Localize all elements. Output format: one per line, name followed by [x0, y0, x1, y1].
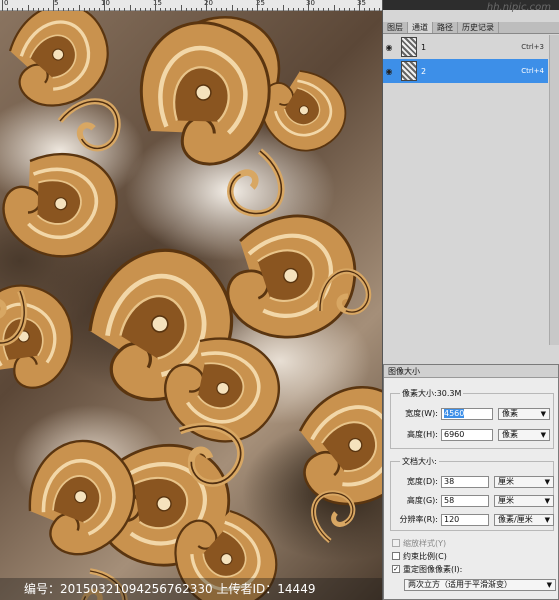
pixel-height-unit: 像素	[502, 429, 518, 439]
scale-styles-option[interactable]: 缩放样式(Y)	[392, 537, 446, 549]
doc-width-unit: 厘米	[498, 476, 514, 486]
ruler-tick	[308, 0, 309, 11]
pixel-height-label: 高度(H):	[407, 430, 438, 439]
resample-checkbox[interactable]: ✓	[392, 565, 400, 573]
watermark-text: 编号：20150321094256762330 上传者ID：14449	[24, 582, 316, 596]
doc-height-row: 高度(G): 58 厘米 ▼	[394, 494, 554, 507]
resample-option[interactable]: ✓ 重定图像像素(I):	[392, 563, 462, 575]
pixel-height-input[interactable]: 6960	[441, 428, 493, 441]
pixel-dimensions-label: 像素大小:30.3M	[400, 388, 464, 399]
doc-width-input[interactable]: 38	[441, 475, 489, 488]
tab-history[interactable]: 历史记录	[458, 22, 499, 33]
ruler-tick	[359, 0, 360, 11]
pixel-width-input[interactable]: 4560	[441, 407, 493, 420]
resample-label: 重定图像像素(I):	[403, 564, 463, 574]
tab-layers[interactable]: 图层	[383, 22, 408, 33]
pixel-width-value: 4560	[444, 408, 465, 418]
channel-shortcut: Ctrl+4	[521, 67, 544, 75]
channel-shortcut: Ctrl+3	[521, 43, 544, 51]
ruler-number: 5	[54, 0, 59, 7]
channel-name: 2	[421, 66, 427, 76]
resample-method-select[interactable]: 两次立方（适用于平滑渐变） ▼	[404, 579, 556, 591]
pixel-width-row: 宽度(W): 4560 像素 ▼	[394, 407, 550, 420]
doc-width-label: 宽度(D):	[406, 477, 438, 486]
ruler-tick	[104, 0, 105, 11]
channel-row-selected[interactable]: ◉ 2 Ctrl+4	[383, 59, 548, 83]
resample-method-value: 两次立方（适用于平滑渐变）	[408, 580, 512, 589]
resolution-label: 分辨率(R):	[399, 515, 439, 524]
channel-name: 1	[421, 42, 427, 52]
resolution-unit: 像素/厘米	[498, 514, 533, 524]
pixel-width-unit-select[interactable]: 像素 ▼	[498, 407, 550, 420]
pixel-width-label: 宽度(W):	[405, 409, 438, 418]
document-canvas[interactable]: 编号：20150321094256762330 上传者ID：14449	[0, 11, 382, 600]
photoshop-window: 0 5 10 15 20 25 30 35 编号：201503210942567…	[0, 0, 559, 600]
chevron-down-icon: ▼	[540, 430, 546, 439]
scale-styles-checkbox[interactable]	[392, 539, 400, 547]
ruler-tick	[155, 0, 156, 11]
channel-thumbnail	[401, 61, 417, 81]
doc-height-label: 高度(G):	[406, 496, 438, 505]
pixel-height-unit-select[interactable]: 像素 ▼	[498, 428, 550, 441]
doc-width-unit-select[interactable]: 厘米 ▼	[494, 475, 554, 488]
panel-scrollbar[interactable]	[549, 35, 559, 345]
constrain-checkbox[interactable]	[392, 552, 400, 560]
channel-thumbnail	[401, 37, 417, 57]
eye-icon[interactable]: ◉	[383, 59, 395, 83]
chevron-down-icon: ▼	[546, 581, 552, 589]
channel-row[interactable]: ◉ 1 Ctrl+3	[383, 35, 548, 59]
channel-list: ◉ 1 Ctrl+3 ◉ 2 Ctrl+4	[383, 35, 559, 345]
doc-width-row: 宽度(D): 38 厘米 ▼	[394, 475, 554, 488]
ruler-number: 10	[101, 0, 110, 7]
pixel-height-row: 高度(H): 6960 像素 ▼	[394, 428, 550, 441]
constrain-label: 约束比例(C)	[403, 551, 447, 561]
dialog-title: 图像大小	[384, 365, 558, 378]
site-watermark: hh.nipic.com	[486, 2, 551, 13]
doc-height-input[interactable]: 58	[441, 494, 489, 507]
constrain-option[interactable]: 约束比例(C)	[392, 550, 447, 562]
doc-height-unit-select[interactable]: 厘米 ▼	[494, 494, 554, 507]
horizontal-ruler: 0 5 10 15 20 25 30 35	[0, 0, 391, 11]
chevron-down-icon: ▼	[544, 496, 550, 505]
ruler-number: 0	[4, 0, 9, 7]
resolution-row: 分辨率(R): 120 像素/厘米 ▼	[394, 513, 554, 526]
panel-tabs: 图层 通道 路径 历史记录	[383, 22, 559, 34]
document-size-label: 文档大小:	[400, 456, 439, 467]
scale-styles-label: 缩放样式(Y)	[403, 538, 447, 548]
chevron-down-icon: ▼	[544, 515, 550, 524]
chevron-down-icon: ▼	[540, 409, 546, 418]
resolution-unit-select[interactable]: 像素/厘米 ▼	[494, 513, 554, 526]
tab-channels[interactable]: 通道	[408, 22, 433, 33]
ruler-tick	[53, 0, 54, 11]
eye-icon[interactable]: ◉	[383, 35, 395, 59]
resolution-input[interactable]: 120	[441, 513, 489, 526]
pixel-width-unit: 像素	[502, 408, 518, 418]
tab-paths[interactable]: 路径	[433, 22, 458, 33]
paisley-pattern-image	[0, 11, 382, 600]
ruler-tick	[206, 0, 207, 11]
image-size-dialog: 图像大小 像素大小:30.3M 宽度(W): 4560 像素 ▼ 高度(H): 6…	[383, 364, 559, 600]
upload-info-watermark: 编号：20150321094256762330 上传者ID：14449	[0, 578, 382, 600]
ruler-tick	[2, 0, 3, 11]
doc-height-unit: 厘米	[498, 495, 514, 505]
ruler-tick	[257, 0, 258, 11]
chevron-down-icon: ▼	[544, 477, 550, 486]
